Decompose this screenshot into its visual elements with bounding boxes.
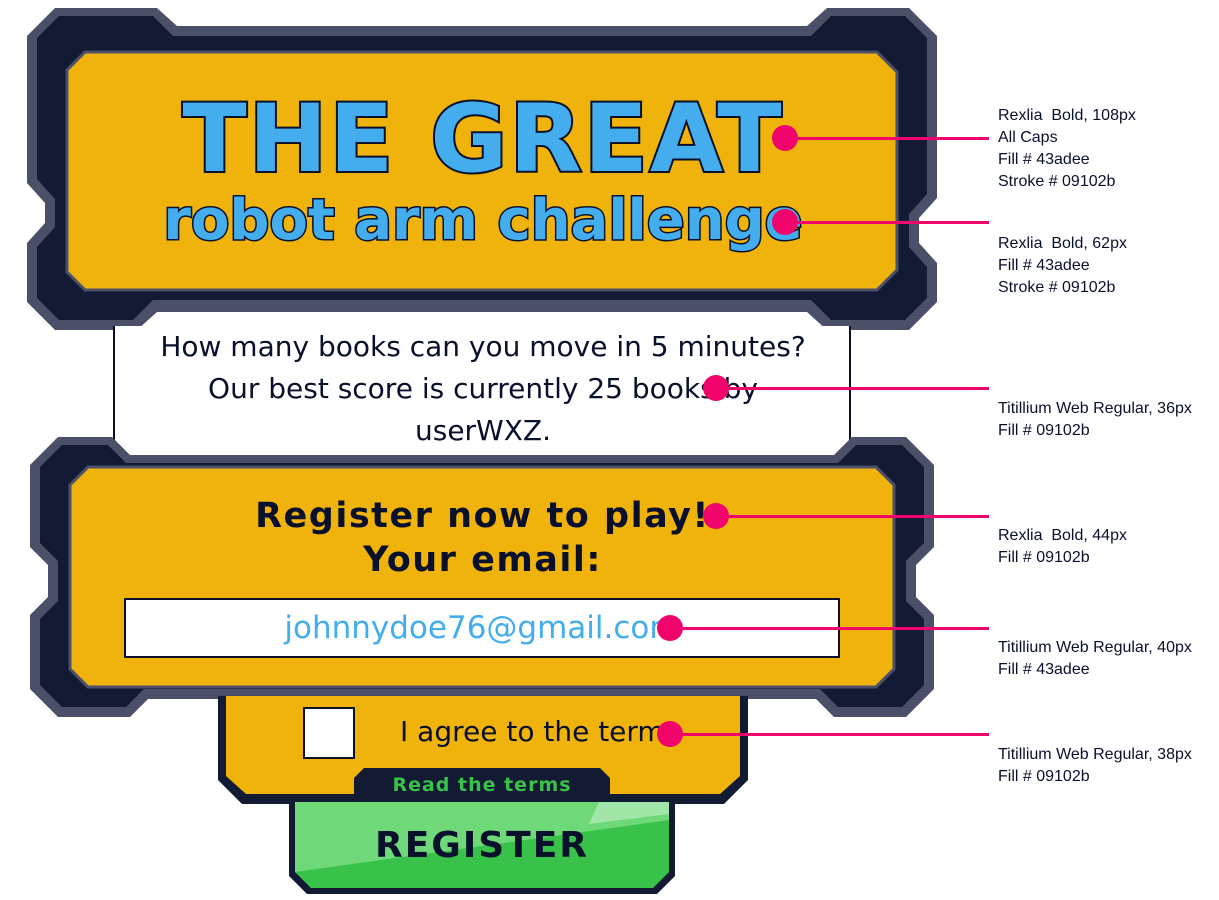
read-terms-label: Read the terms	[392, 774, 572, 796]
callout-dot	[657, 721, 683, 747]
register-button-label: REGISTER	[374, 825, 590, 866]
email-label: Your email:	[363, 540, 602, 580]
callout-line	[670, 627, 989, 630]
callout-line	[716, 387, 989, 390]
callout-line	[785, 221, 989, 224]
callout-line	[716, 515, 989, 518]
terms-checkbox[interactable]	[303, 707, 355, 759]
email-input-value: johnnydoe76@gmail.com	[284, 610, 680, 646]
callout-dot	[772, 125, 798, 151]
register-heading: Register now to play! Your email:	[70, 494, 895, 582]
callout-dot	[703, 375, 729, 401]
register-button[interactable]: REGISTER	[289, 802, 675, 894]
callout-line	[670, 733, 989, 736]
callout-dot	[703, 503, 729, 529]
callout-dot	[772, 209, 798, 235]
read-terms-link[interactable]: Read the terms	[354, 768, 610, 802]
annotation-terms: Titillium Web Regular, 38px Fill # 09102b	[998, 746, 1192, 785]
callout-line	[785, 137, 989, 140]
callout-dot	[657, 615, 683, 641]
annotation-register-heading: Rexlia Bold, 44px Fill # 09102b	[998, 527, 1127, 566]
annotation-title-line-2: Rexlia Bold, 62px Fill # 43adee Stroke # 0…	[998, 235, 1127, 296]
annotation-description: Titillium Web Regular, 36px Fill # 09102b	[998, 400, 1192, 439]
terms-label: I agree to the terms	[400, 715, 680, 748]
annotation-email: Titillium Web Regular, 40px Fill # 43adee	[998, 639, 1192, 678]
